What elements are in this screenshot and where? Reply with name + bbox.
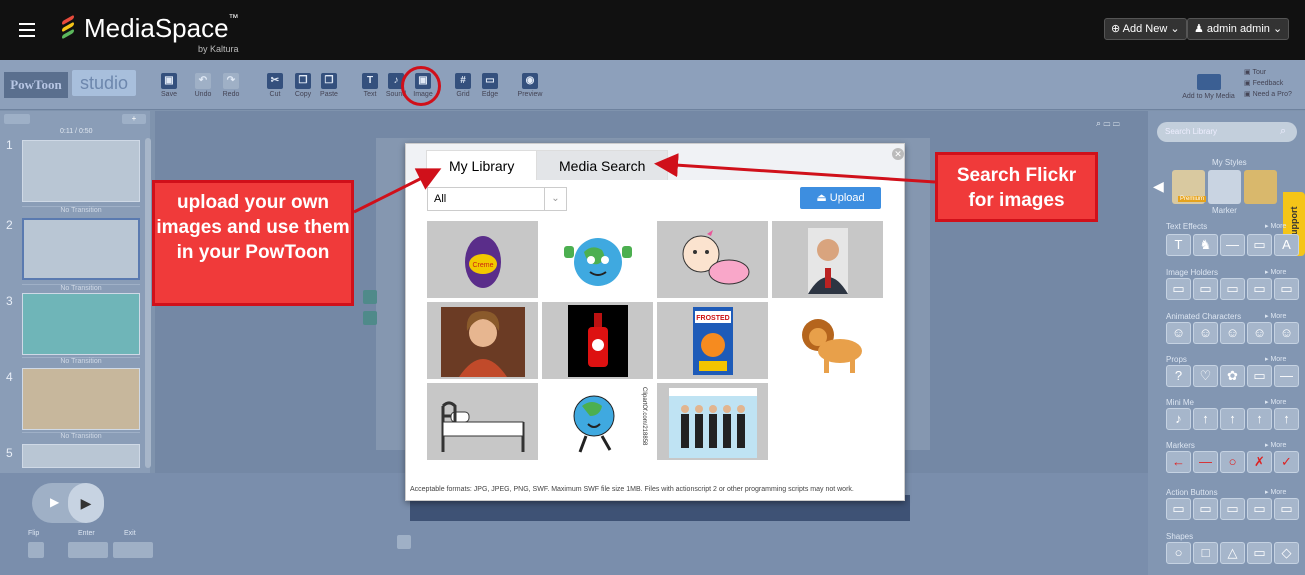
callout-arrows	[353, 153, 936, 214]
